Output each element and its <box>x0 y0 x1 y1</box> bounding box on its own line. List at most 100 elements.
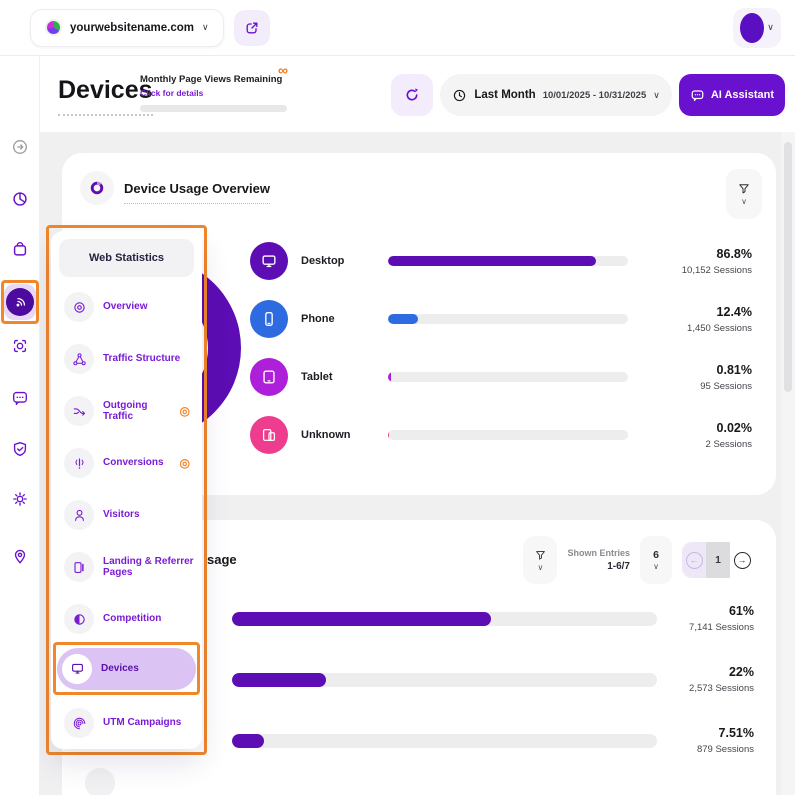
external-link-icon <box>244 20 260 36</box>
addon-badge-icon: ◎ <box>180 404 190 418</box>
date-range-selector[interactable]: Last Month 10/01/2025 - 10/31/2025 ∨ <box>440 74 671 116</box>
ai-assistant-button[interactable]: AI Assistant <box>679 74 785 116</box>
device-bar-fill <box>388 430 389 440</box>
device-pct: 12.4% <box>687 305 752 319</box>
card-title-partial: sage <box>207 552 237 567</box>
infinity-quota-value: ∞ <box>278 62 288 78</box>
desktop-icon <box>250 242 288 280</box>
device-pct: 0.02% <box>706 421 752 435</box>
sidebar-item-web-statistics[interactable] <box>4 284 36 320</box>
refresh-button[interactable] <box>391 74 433 116</box>
current-page[interactable]: 1 <box>706 542 730 578</box>
settings-gear-icon[interactable] <box>11 490 29 508</box>
usage-row: 4.97% <box>62 779 754 795</box>
device-bar-track <box>388 314 628 324</box>
location-pin-icon[interactable] <box>11 547 29 565</box>
prev-page-button[interactable]: ← <box>682 542 706 578</box>
device-bar-fill <box>388 372 391 382</box>
pagination: ← 1 → <box>682 542 754 578</box>
usage-pct: 61% <box>689 604 754 618</box>
chevron-down-icon: ∨ <box>741 198 747 206</box>
open-website-button[interactable] <box>234 10 270 46</box>
device-values: 0.81% 95 Sessions <box>700 363 752 392</box>
shown-entries: Shown Entries 1-6/7 <box>567 548 630 572</box>
icon-sidebar <box>0 56 40 795</box>
active-item-annotation: Devices <box>53 642 200 695</box>
device-values: 86.8% 10,152 Sessions <box>682 247 752 276</box>
usage-values: 22% 2,573 Sessions <box>689 665 754 694</box>
menu-item-traffic-structure[interactable]: Traffic Structure <box>59 338 194 380</box>
usage-bar-track <box>232 612 657 626</box>
device-sessions: 1,450 Sessions <box>687 323 752 334</box>
usage-bar-fill <box>232 734 264 748</box>
chat-icon[interactable] <box>11 389 29 407</box>
device-values: 12.4% 1,450 Sessions <box>687 305 752 334</box>
page-title: Devices <box>58 76 153 116</box>
phone-icon <box>250 300 288 338</box>
device-row-phone: Phone 12.4% 1,450 Sessions <box>250 293 752 345</box>
usage-bar-track <box>232 734 657 748</box>
shown-entries-value: 1-6/7 <box>567 561 630 572</box>
usage-pct: 22% <box>689 665 754 679</box>
menu-item-conversions[interactable]: Conversions ◎ <box>59 442 194 484</box>
usage-bar-track <box>232 673 657 687</box>
audience-target-icon[interactable] <box>11 337 29 355</box>
usage-bar-fill <box>232 673 326 687</box>
chevron-down-icon: ∨ <box>767 23 774 32</box>
quota-details-link[interactable]: Click for details <box>140 88 300 98</box>
funnel-icon <box>737 182 751 196</box>
menu-item-competition[interactable]: Competition <box>59 598 194 640</box>
device-row-tablet: Tablet 0.81% 95 Sessions <box>250 351 752 403</box>
chevron-down-icon: ∨ <box>538 564 544 572</box>
menu-item-visitors[interactable]: Visitors <box>59 494 194 536</box>
arrow-right-icon: → <box>734 552 751 569</box>
filter-button[interactable]: ∨ <box>523 536 557 584</box>
menu-header: Web Statistics <box>59 239 194 277</box>
shield-check-icon[interactable] <box>11 440 29 458</box>
quota-progress-bar <box>140 105 287 112</box>
next-page-button[interactable]: → <box>730 542 754 578</box>
outgoing-traffic-icon <box>64 396 94 426</box>
menu-item-devices[interactable]: Devices <box>57 648 196 690</box>
chevron-down-icon: ∨ <box>653 91 660 100</box>
ai-assistant-label: AI Assistant <box>711 89 774 101</box>
site-logo-icon <box>45 19 62 36</box>
website-selector[interactable]: yourwebsitename.com ∨ <box>30 9 224 47</box>
visitors-icon <box>64 500 94 530</box>
filter-button[interactable]: ∨ <box>726 169 762 219</box>
shop-bag-icon[interactable] <box>11 240 29 258</box>
device-label: Desktop <box>288 255 388 267</box>
tablet-icon <box>250 358 288 396</box>
device-bar-track <box>388 372 628 382</box>
device-bar-fill <box>388 314 418 324</box>
menu-item-overview[interactable]: Overview <box>59 286 194 328</box>
analytics-pie-icon[interactable] <box>11 190 29 208</box>
shown-entries-label: Shown Entries <box>567 548 630 558</box>
web-statistics-radar-icon <box>6 288 34 316</box>
donut-chart-icon <box>80 171 114 205</box>
scrollbar-thumb[interactable] <box>784 142 792 392</box>
menu-item-outgoing-traffic[interactable]: Outgoing Traffic ◎ <box>59 390 194 432</box>
conversions-icon <box>64 448 94 478</box>
traffic-structure-icon <box>64 344 94 374</box>
period-range: 10/01/2025 - 10/31/2025 <box>543 90 647 101</box>
website-name: yourwebsitename.com <box>70 22 194 34</box>
expand-sidebar-icon[interactable] <box>11 138 29 156</box>
page-size-value: 6 <box>653 549 659 561</box>
account-menu[interactable]: ∨ <box>733 8 781 48</box>
utm-campaigns-icon <box>64 708 94 738</box>
usage-controls: ∨ Shown Entries 1-6/7 6 ∨ ← 1 → <box>523 536 754 584</box>
card-title: Device Usage Overview <box>124 181 270 204</box>
devices-icon <box>62 654 92 684</box>
usage-bar-fill <box>232 612 491 626</box>
menu-item-utm-campaigns[interactable]: UTM Campaigns <box>59 702 194 744</box>
device-sessions: 95 Sessions <box>700 381 752 392</box>
arrow-left-icon: ← <box>686 552 703 569</box>
menu-item-landing-referrer-pages[interactable]: Landing & Referrer Pages <box>59 546 194 588</box>
active-section-annotation <box>1 280 39 324</box>
page-header: Devices Monthly Page Views Remaining Cli… <box>40 56 795 132</box>
device-sessions: 10,152 Sessions <box>682 265 752 276</box>
device-sessions: 2 Sessions <box>706 439 752 450</box>
usage-sessions: 2,573 Sessions <box>689 683 754 694</box>
page-size-selector[interactable]: 6 ∨ <box>640 536 672 584</box>
